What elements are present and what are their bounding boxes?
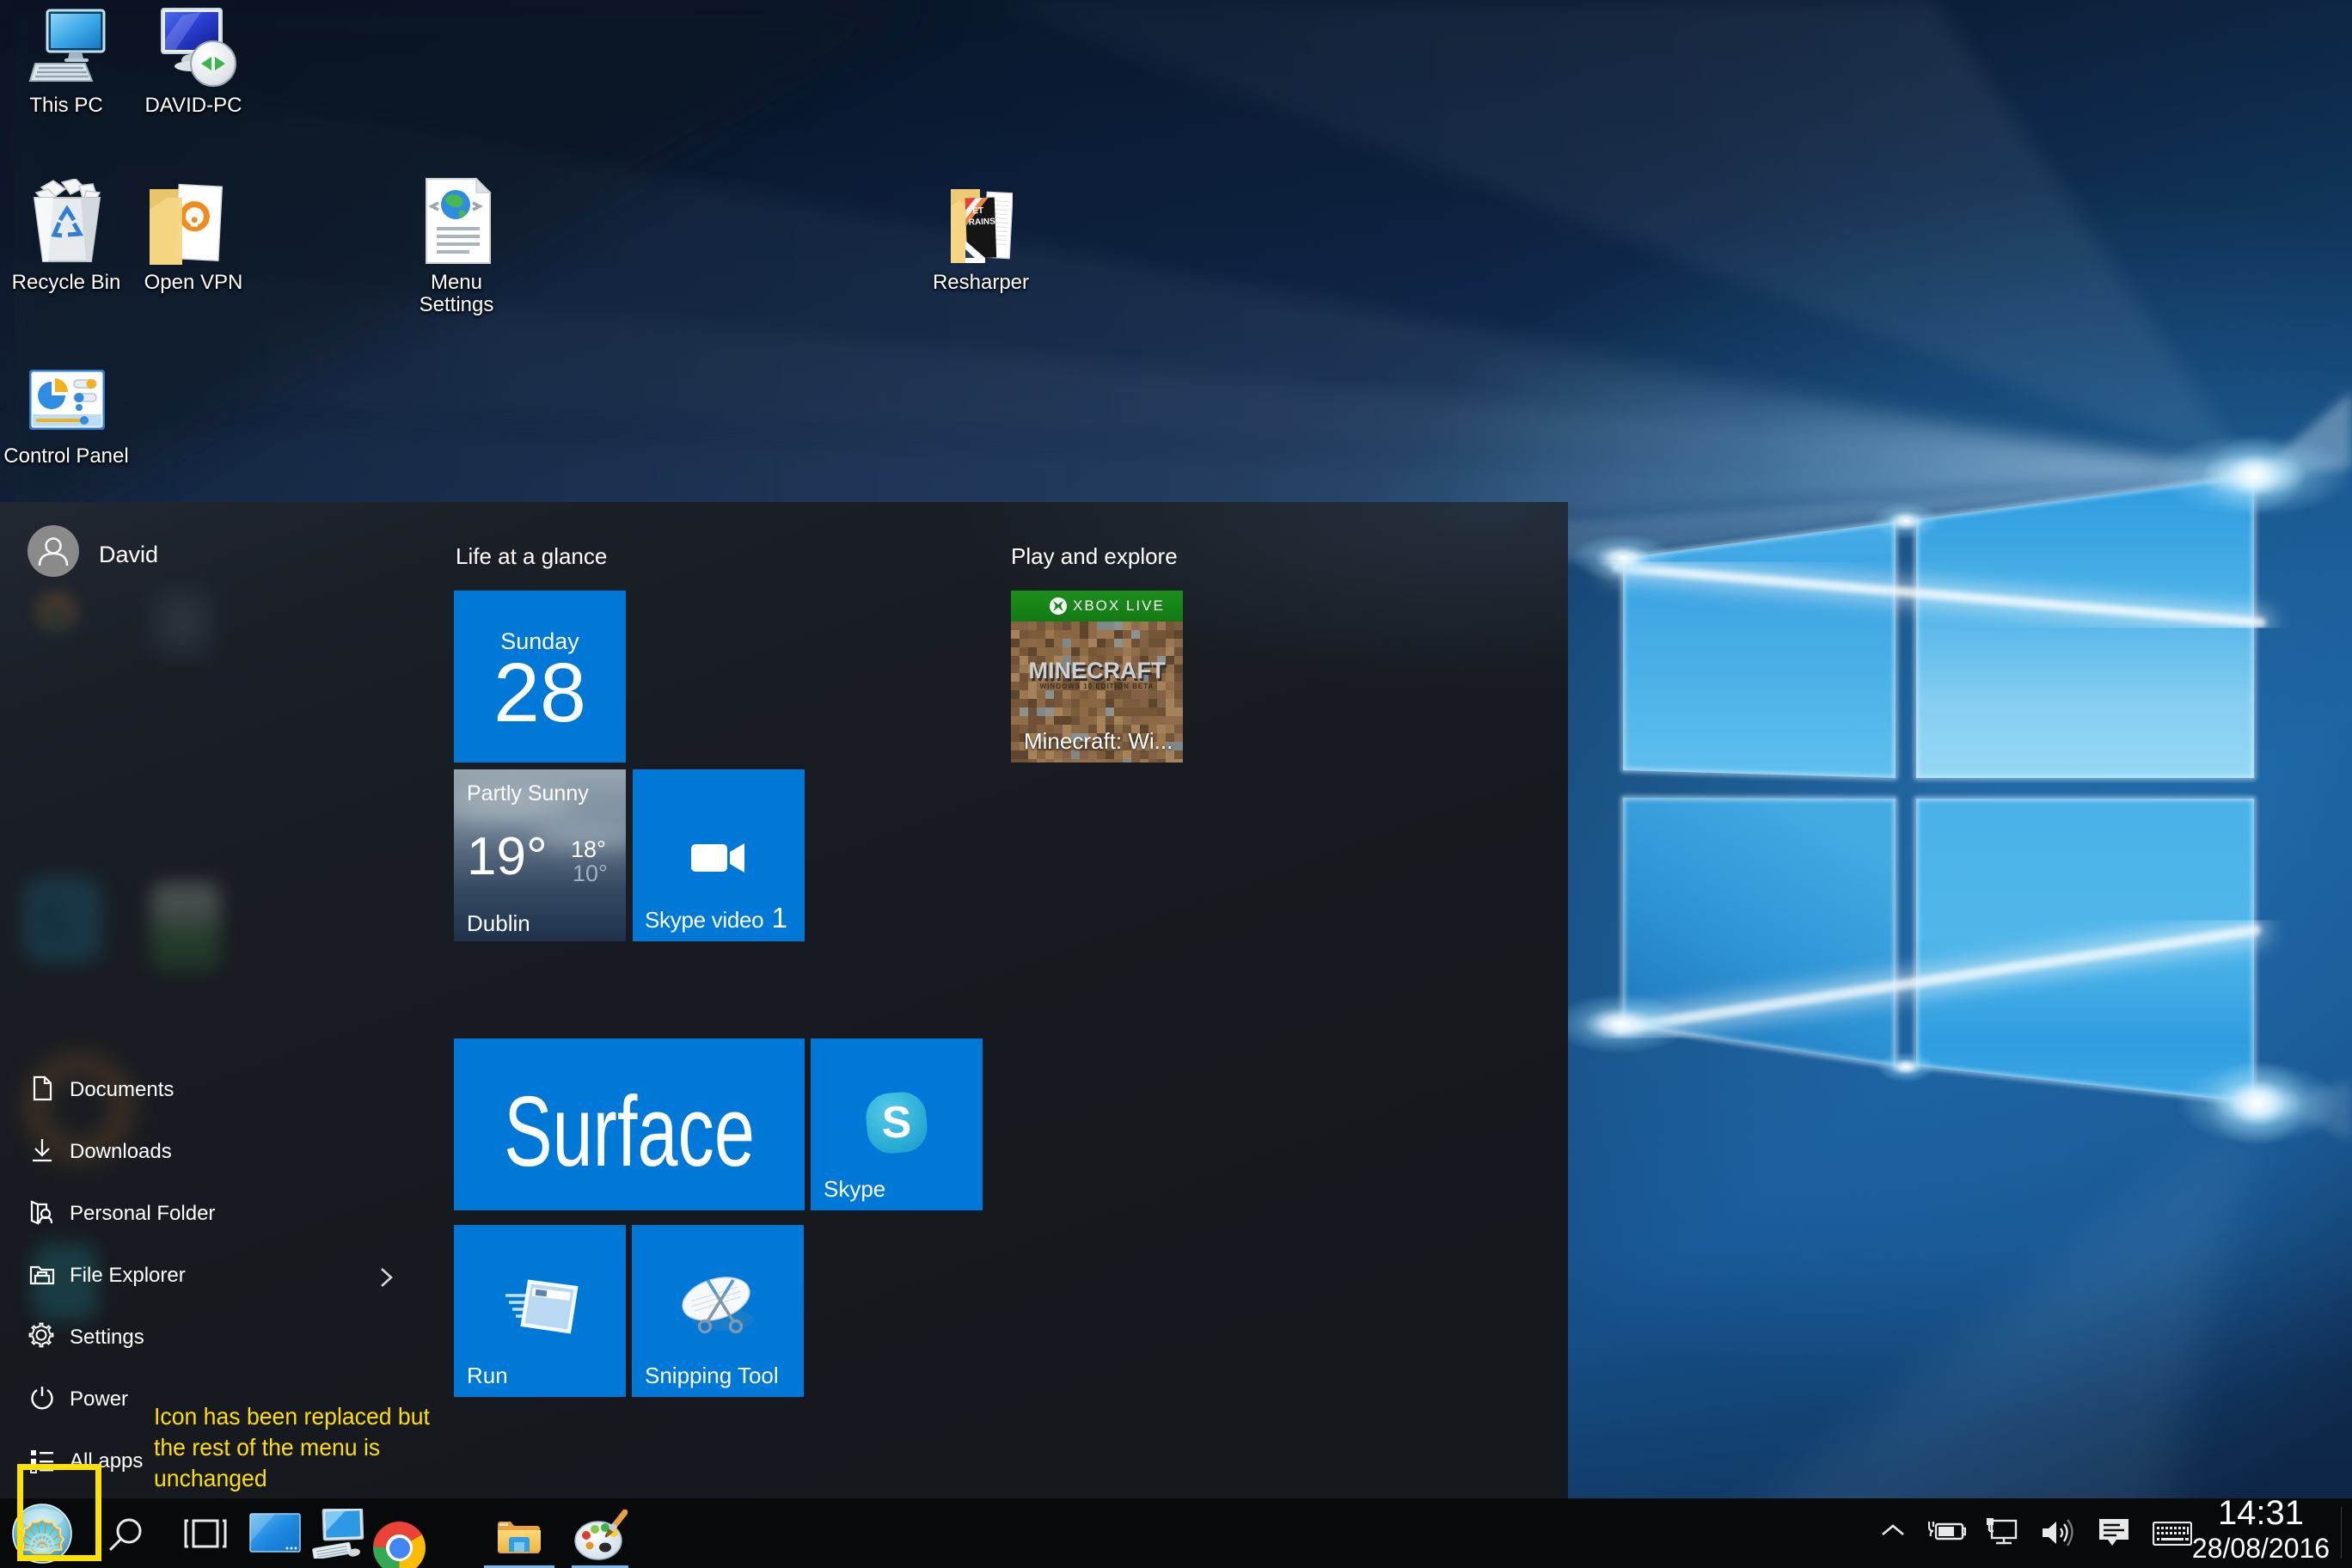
svg-text:RAINS: RAINS [969,217,996,227]
svg-text:ET: ET [972,206,983,216]
